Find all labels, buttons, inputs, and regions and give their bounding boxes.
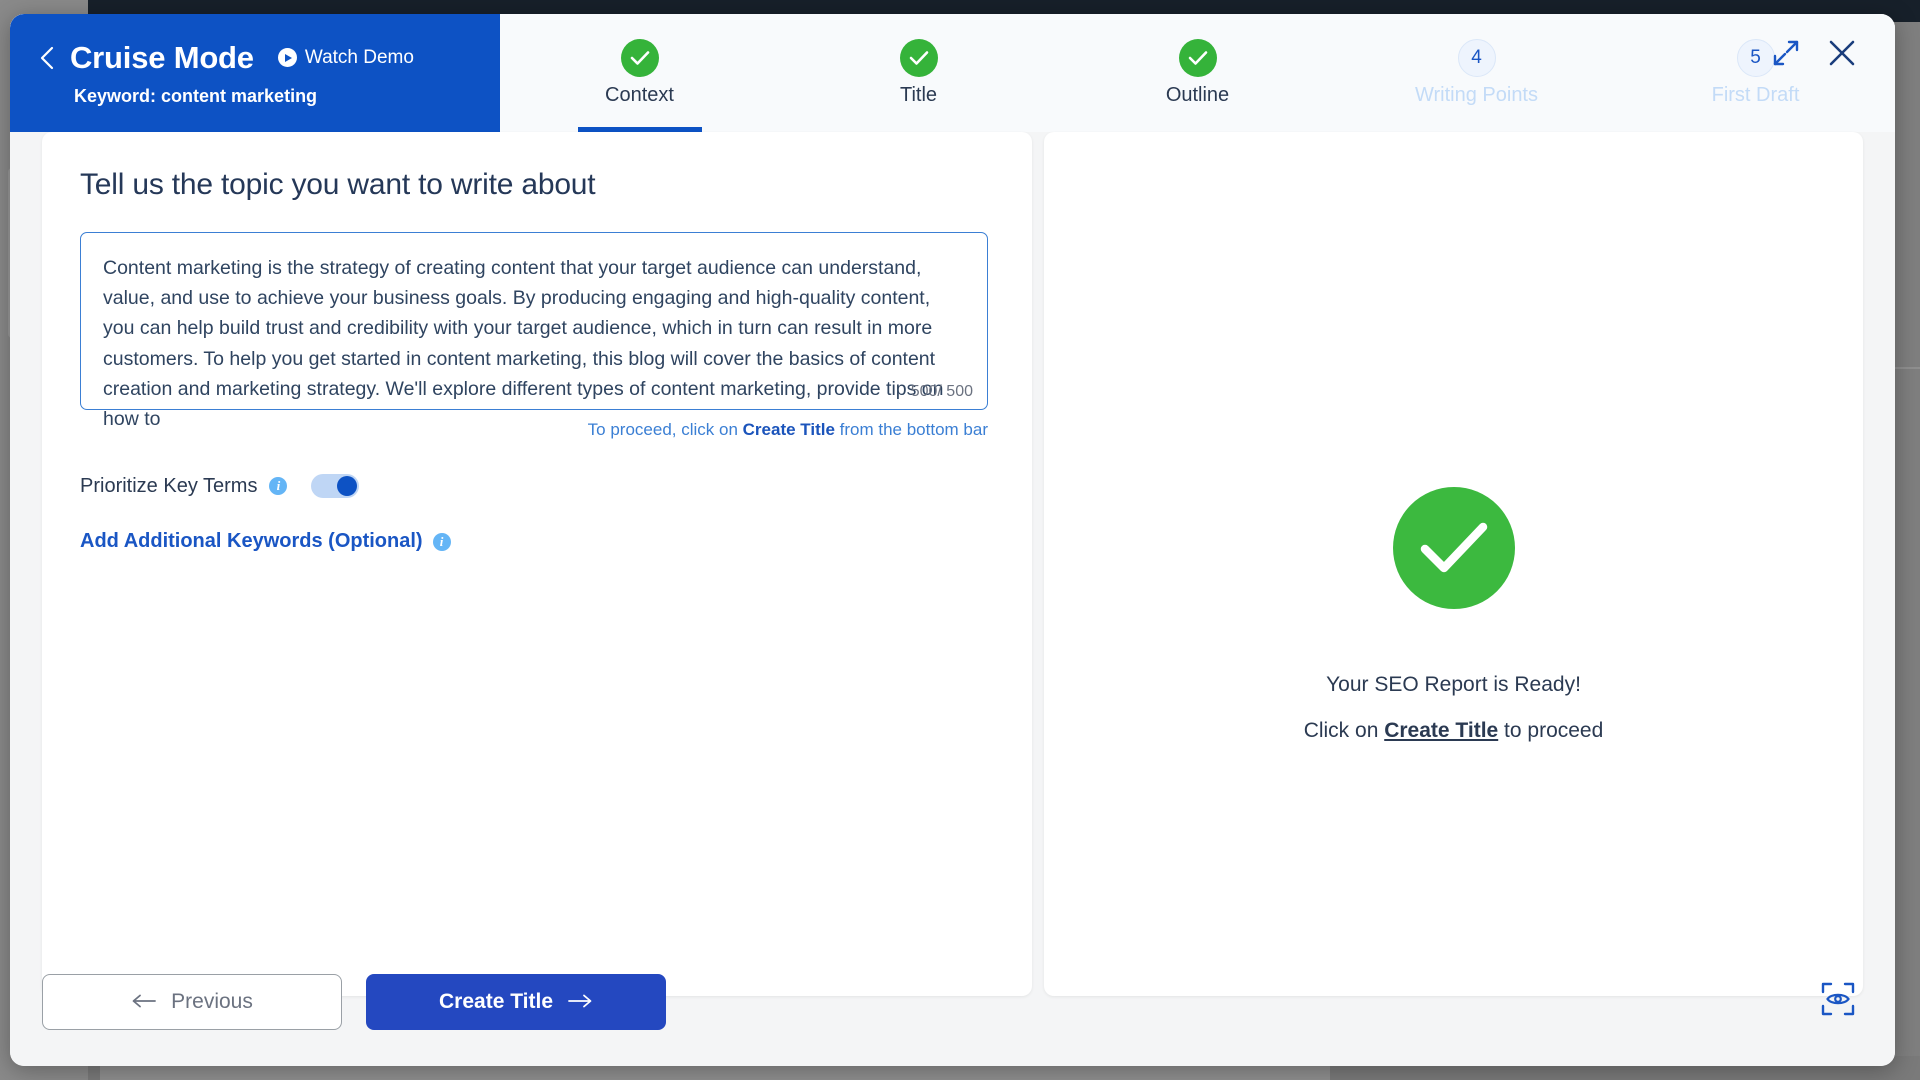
watch-demo-button[interactable]: Watch Demo bbox=[277, 46, 414, 69]
toggle-knob bbox=[337, 476, 358, 496]
arrow-left-icon bbox=[131, 990, 157, 1014]
step-number-badge: 4 bbox=[1457, 39, 1496, 77]
keyword-prefix: Keyword: bbox=[74, 85, 157, 106]
keyword-value: content marketing bbox=[161, 85, 318, 106]
character-counter: 500/ 500 bbox=[910, 383, 973, 400]
brand-title: Cruise Mode bbox=[70, 39, 254, 75]
modal-body: Tell us the topic you want to write abou… bbox=[10, 132, 1895, 1012]
chevron-left-icon[interactable] bbox=[36, 45, 58, 71]
step-writing-points[interactable]: 4 Writing Points bbox=[1337, 14, 1616, 132]
step-label: Title bbox=[899, 84, 938, 106]
brand-panel: Cruise Mode Watch Demo Keyword: content … bbox=[10, 14, 500, 132]
seo-sub-link[interactable]: Create Title bbox=[1384, 719, 1498, 742]
previous-button-label: Previous bbox=[171, 990, 253, 1013]
cruise-mode-modal: Cruise Mode Watch Demo Keyword: content … bbox=[10, 14, 1895, 1066]
footer-buttons: Previous Create Title bbox=[42, 974, 666, 1030]
window-actions bbox=[1773, 38, 1857, 68]
previous-button[interactable]: Previous bbox=[42, 974, 342, 1030]
step-label: First Draft bbox=[1711, 84, 1800, 106]
step-indicator-bar: Context Title Outline 4 Writing Points 5… bbox=[500, 14, 1895, 132]
step-outline[interactable]: Outline bbox=[1058, 14, 1337, 132]
info-icon[interactable]: i bbox=[432, 532, 451, 551]
modal-header: Cruise Mode Watch Demo Keyword: content … bbox=[10, 14, 1895, 132]
watch-demo-label: Watch Demo bbox=[304, 46, 414, 68]
step-label: Context bbox=[605, 84, 674, 106]
check-icon bbox=[899, 39, 938, 77]
add-keywords-row: Add Additional Keywords (Optional) i bbox=[80, 530, 988, 553]
info-icon[interactable]: i bbox=[269, 477, 288, 495]
seo-sub-prefix: Click on bbox=[1303, 719, 1385, 742]
brand-top-row: Cruise Mode Watch Demo bbox=[36, 40, 500, 76]
context-card: Tell us the topic you want to write abou… bbox=[42, 132, 1032, 996]
play-icon bbox=[277, 48, 297, 67]
prioritize-key-terms-label: Prioritize Key Terms bbox=[80, 474, 258, 497]
check-circle-icon bbox=[1392, 487, 1515, 609]
modal-footer: Previous Create Title bbox=[10, 974, 1895, 1066]
prioritize-key-terms-toggle[interactable] bbox=[311, 474, 360, 498]
check-icon bbox=[1178, 39, 1217, 77]
prioritize-key-terms-row: Prioritize Key Terms i bbox=[80, 474, 988, 498]
seo-report-status: Your SEO Report is Ready! Click on Creat… bbox=[1044, 487, 1863, 743]
seo-report-card: Your SEO Report is Ready! Click on Creat… bbox=[1044, 132, 1863, 996]
keyword-row: Keyword: content marketing bbox=[74, 86, 500, 107]
seo-sub-suffix: to proceed bbox=[1498, 719, 1604, 742]
arrow-right-icon bbox=[567, 990, 593, 1014]
page-title: Tell us the topic you want to write abou… bbox=[80, 168, 596, 201]
add-additional-keywords-link[interactable]: Add Additional Keywords (Optional) bbox=[80, 530, 423, 553]
expand-diagonal-icon[interactable] bbox=[1773, 40, 1799, 66]
close-icon[interactable] bbox=[1827, 38, 1857, 68]
seo-report-title: Your SEO Report is Ready! bbox=[1326, 673, 1581, 696]
create-title-button[interactable]: Create Title bbox=[366, 974, 666, 1030]
seo-report-subtitle: Click on Create Title to proceed bbox=[1304, 719, 1604, 743]
topic-textarea[interactable]: Content marketing is the strategy of cre… bbox=[80, 232, 988, 430]
step-context[interactable]: Context bbox=[500, 14, 779, 132]
step-label: Writing Points bbox=[1414, 84, 1538, 106]
step-first-draft[interactable]: 5 First Draft bbox=[1616, 14, 1895, 132]
eye-scan-icon[interactable] bbox=[1821, 982, 1855, 1021]
topic-textarea-value: Content marketing is the strategy of cre… bbox=[103, 257, 949, 431]
create-title-button-label: Create Title bbox=[439, 990, 553, 1013]
step-number-badge: 5 bbox=[1736, 39, 1775, 77]
step-title[interactable]: Title bbox=[779, 14, 1058, 132]
step-label: Outline bbox=[1165, 84, 1230, 106]
check-icon bbox=[620, 39, 659, 77]
